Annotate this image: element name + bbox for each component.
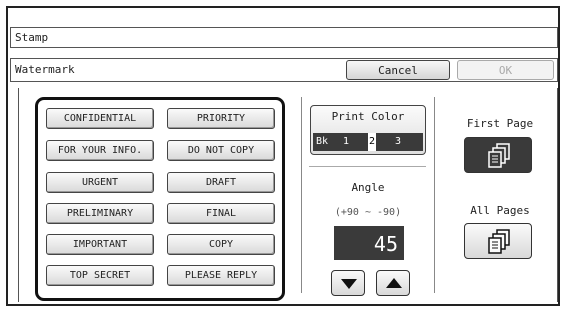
stamp-do-not-copy-button[interactable]: DO NOT COPY (167, 140, 275, 161)
print-color-option-1: 1 (343, 136, 350, 147)
column-divider (301, 97, 302, 293)
print-color-button[interactable]: Print Color Bk 1 2 3 (310, 105, 426, 155)
print-color-options: Bk 1 2 3 (313, 133, 423, 151)
print-color-option-bk: Bk (316, 136, 329, 147)
stamp-important-button[interactable]: IMPORTANT (46, 234, 154, 255)
print-color-label: Print Color (331, 110, 405, 123)
stamp-please-reply-button[interactable]: PLEASE REPLY (167, 265, 275, 286)
angle-value-display: 45 (334, 226, 404, 260)
print-color-option-3: 3 (395, 136, 402, 147)
angle-increase-button[interactable] (376, 270, 410, 296)
stamp-top-secret-button[interactable]: TOP SECRET (46, 265, 154, 286)
stamp-for-your-info-button[interactable]: FOR YOUR INFO. (46, 140, 154, 161)
angle-decrease-button[interactable] (331, 270, 365, 296)
title-bar: Stamp (10, 27, 558, 48)
stamp-copy-button[interactable]: COPY (167, 234, 275, 255)
down-arrow-icon (341, 279, 357, 289)
watermark-bar: Watermark Cancel OK (10, 58, 558, 82)
first-page-label: First Page (466, 117, 534, 130)
section-divider (309, 166, 426, 167)
stamp-draft-button[interactable]: DRAFT (167, 172, 275, 193)
stamp-preliminary-button[interactable]: PRELIMINARY (46, 203, 154, 224)
stamp-final-button[interactable]: FINAL (167, 203, 275, 224)
stamp-urgent-button[interactable]: URGENT (46, 172, 154, 193)
print-color-option-2-selected: 2 (368, 133, 377, 151)
pages-icon (488, 229, 510, 254)
all-pages-button[interactable] (464, 223, 532, 259)
all-pages-label: All Pages (470, 204, 530, 217)
up-arrow-icon (386, 278, 402, 288)
stamp-priority-button[interactable]: PRIORITY (167, 108, 275, 129)
angle-label: Angle (351, 181, 385, 194)
column-divider (434, 97, 435, 293)
watermark-label: Watermark (15, 63, 75, 76)
stamp-confidential-button[interactable]: CONFIDENTIAL (46, 108, 154, 129)
angle-range: (+90 ~ -90) (334, 207, 402, 218)
ok-button[interactable]: OK (457, 60, 554, 80)
first-page-button[interactable] (464, 137, 532, 173)
title-text: Stamp (15, 31, 49, 44)
pages-icon (488, 143, 510, 168)
cancel-button[interactable]: Cancel (346, 60, 450, 80)
